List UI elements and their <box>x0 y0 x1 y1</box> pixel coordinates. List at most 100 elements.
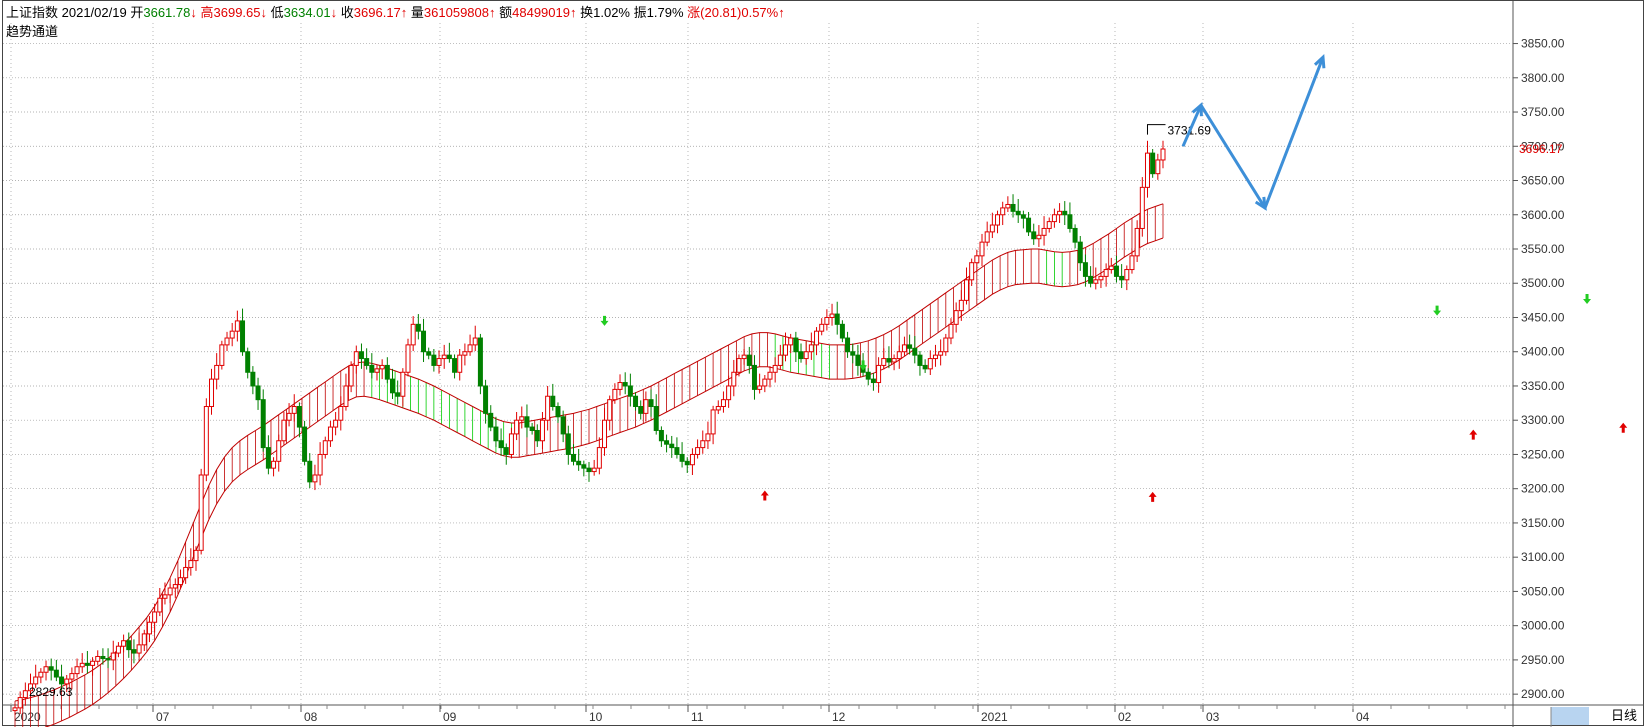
candle-body <box>974 255 980 264</box>
candle-body <box>296 406 302 428</box>
candle-body <box>612 388 618 401</box>
candlestick-chart[interactable]: 2900.00 2950.00 3000.00 3050.00 3100.00 3150.… <box>3 1 1644 727</box>
candle-body <box>798 351 804 360</box>
candle-body <box>462 351 468 356</box>
candle-body <box>421 330 427 353</box>
candle-body <box>1113 265 1119 277</box>
candle-body <box>441 354 447 360</box>
candle-body <box>240 320 246 353</box>
candle-body <box>64 678 70 685</box>
candle-body <box>1031 231 1037 240</box>
candle-body <box>1000 207 1006 216</box>
candle-body <box>1093 279 1099 284</box>
x-tick-label: 08 <box>304 710 318 724</box>
chart-frame[interactable]: 2900.00 2950.00 3000.00 3050.00 3100.00 3150.… <box>2 0 1644 727</box>
candle-body <box>426 351 432 356</box>
candle-body <box>1155 159 1161 175</box>
y-tick-label: 3600.00 <box>1521 208 1565 222</box>
candle-body <box>684 460 690 466</box>
candle-body <box>12 707 18 712</box>
buy-signal-arrow <box>760 490 769 501</box>
candle-body <box>162 594 168 599</box>
candle-body <box>591 467 597 473</box>
quote-info-bar: 上证指数 2021/02/19 开3661.78↓ 高3699.65↓ 低363… <box>6 4 785 22</box>
candle-body <box>539 419 545 442</box>
candle-body <box>586 467 592 473</box>
candle-body <box>250 371 256 387</box>
quote-date: 2021/02/19 <box>61 5 127 20</box>
candle-body <box>157 597 163 613</box>
open-value: 3661.78 <box>143 5 191 20</box>
candle-body <box>850 351 856 356</box>
candle-body <box>881 358 887 366</box>
candle-body <box>90 660 96 666</box>
candle-body <box>1010 203 1016 212</box>
close-arrow: ↑ <box>400 5 408 20</box>
candle-body <box>1020 214 1026 219</box>
candle-body <box>338 406 344 421</box>
candle-body <box>839 323 845 339</box>
candle-body <box>203 406 209 476</box>
candle-body <box>876 364 882 384</box>
high-label: 高 <box>200 5 214 20</box>
candle-body <box>1062 210 1068 216</box>
candle-body <box>1041 227 1047 236</box>
candle-body <box>596 447 602 469</box>
candle-body <box>1124 269 1130 281</box>
y-tick-label: 2900.00 <box>1521 687 1565 701</box>
candle-body <box>100 655 106 660</box>
candle-body <box>152 611 158 623</box>
candle-body <box>602 419 608 449</box>
y-tick-label: 3850.00 <box>1521 37 1565 51</box>
candle-body <box>333 419 339 428</box>
candle-body <box>131 649 137 654</box>
candle-body <box>767 371 773 380</box>
candle-body <box>705 433 711 442</box>
close-label: 收 <box>340 5 354 20</box>
candle-body <box>948 323 954 339</box>
candle-body <box>932 354 938 360</box>
x-tick-label: 02 <box>1118 710 1132 724</box>
candle-body <box>472 337 478 346</box>
candle-body <box>746 354 752 366</box>
candle-body <box>1134 227 1140 257</box>
candle-body <box>927 358 933 370</box>
candle-body <box>1098 275 1104 281</box>
candle-body <box>829 313 835 318</box>
candle-body <box>777 354 783 366</box>
candle-body <box>436 358 442 366</box>
period-label[interactable]: 日线 <box>1611 705 1637 724</box>
candle-body <box>570 453 576 462</box>
candle-body <box>695 447 701 455</box>
candle-body <box>364 358 370 366</box>
x-tick-label: 07 <box>156 710 170 724</box>
candle-body <box>912 347 918 356</box>
candle-body <box>953 310 959 325</box>
candle-body <box>617 382 623 390</box>
candle-body <box>343 385 349 408</box>
turnover-label: 换 <box>580 5 594 20</box>
candle-body <box>943 337 949 353</box>
candle-body <box>317 453 323 476</box>
candle-body <box>488 412 494 428</box>
open-arrow: ↓ <box>190 5 197 20</box>
candle-body <box>907 344 913 349</box>
candle-body <box>307 460 313 483</box>
candle-body <box>938 351 944 356</box>
x-tick-label: 2021 <box>981 710 1008 724</box>
candle-body <box>369 364 375 373</box>
candle-body <box>1046 221 1052 229</box>
candle-body <box>741 354 747 360</box>
candle-body <box>995 214 1001 226</box>
candle-body <box>193 549 199 562</box>
candle-body <box>891 358 897 363</box>
candle-body <box>803 351 809 360</box>
y-tick-label: 3000.00 <box>1521 619 1565 633</box>
candle-body <box>1072 227 1078 243</box>
candle-body <box>710 409 716 435</box>
candle-body <box>415 323 421 332</box>
candle-body <box>669 443 675 449</box>
candle-body <box>565 433 571 455</box>
candle-body <box>845 337 851 353</box>
candle-body <box>389 378 395 394</box>
